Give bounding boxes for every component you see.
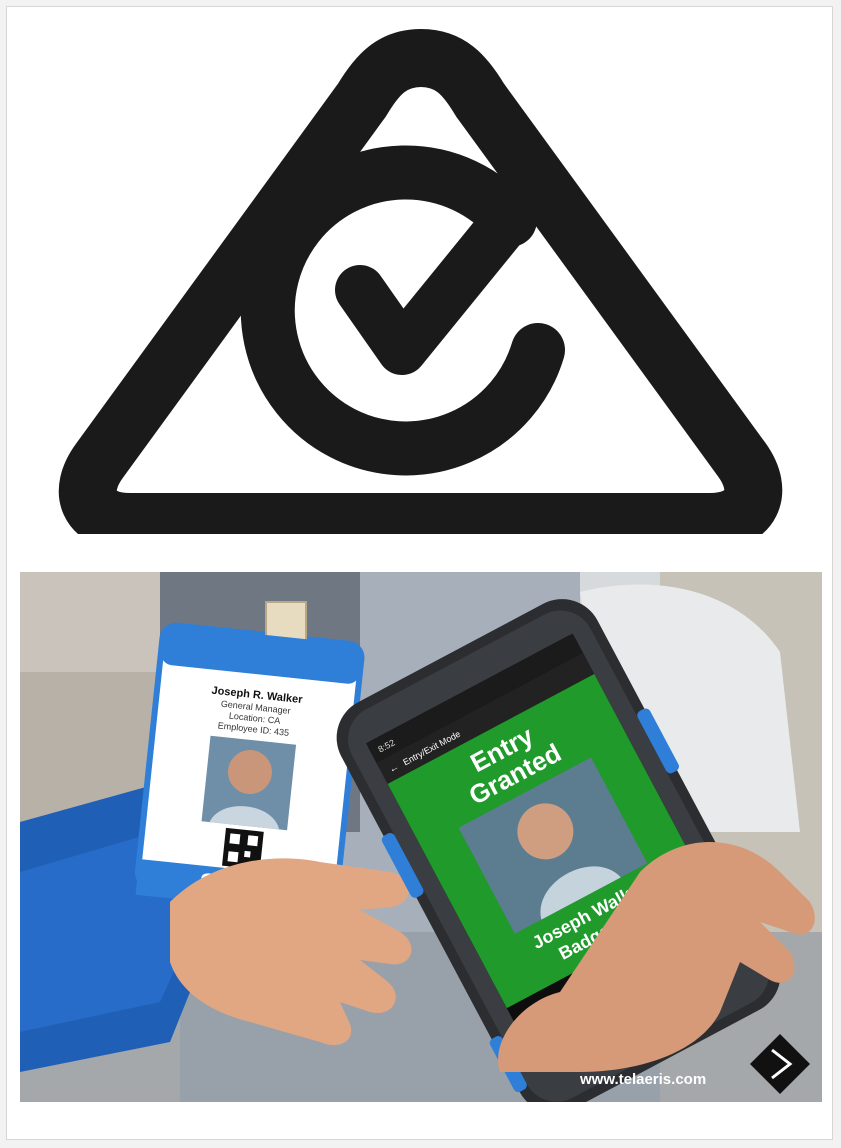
rcm-compliance-mark-icon — [58, 29, 783, 534]
check-mark — [335, 170, 553, 375]
watermark-url: www.telaeris.com — [579, 1071, 706, 1088]
reader-photo: Joseph R. Walker General Manager Locatio… — [20, 572, 822, 1102]
compliance-logo-image — [20, 20, 822, 534]
